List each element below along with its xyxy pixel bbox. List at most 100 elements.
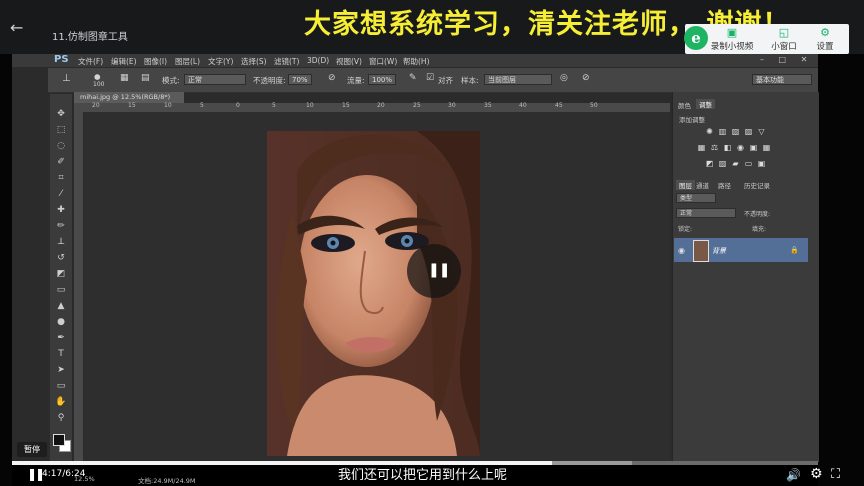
- ruler-number: 35: [484, 102, 492, 109]
- marquee-tool-icon[interactable]: ⬚: [54, 124, 68, 136]
- color-lookup-icon[interactable]: ▦: [762, 144, 771, 152]
- ignore-adjustment-icon[interactable]: ◎: [560, 73, 568, 83]
- brush-preset-icon[interactable]: ●: [94, 72, 101, 81]
- record-clip-button[interactable]: ▣ 录制小视频: [709, 26, 755, 53]
- menu-3d[interactable]: 3D(D): [307, 56, 329, 65]
- shape-tool-icon[interactable]: ▭: [54, 380, 68, 392]
- mode-select[interactable]: 正常: [184, 74, 246, 85]
- pressure-opacity-icon[interactable]: ⊘: [328, 73, 336, 83]
- eyedropper-tool-icon[interactable]: ⁄: [54, 188, 68, 200]
- arrow-left-icon[interactable]: ←: [10, 20, 23, 36]
- tab-color[interactable]: 颜色: [678, 100, 691, 110]
- crop-tool-icon[interactable]: ⌗: [54, 172, 68, 184]
- mini-window-button[interactable]: ◱ 小窗口: [761, 26, 807, 53]
- clone-source-icon[interactable]: ▤: [141, 73, 150, 83]
- gradient-map-icon[interactable]: ▭: [744, 160, 753, 168]
- sample-select[interactable]: 当前图层: [484, 74, 552, 85]
- exposure-icon[interactable]: ▨: [744, 128, 753, 136]
- curves-icon[interactable]: ▨: [731, 128, 740, 136]
- progress-buffered: [552, 461, 632, 465]
- window-controls[interactable]: – □ ✕: [760, 55, 813, 64]
- brush-tool-icon[interactable]: ✏: [54, 220, 68, 232]
- menu-image[interactable]: 图像(I): [144, 56, 167, 67]
- levels-icon[interactable]: ▥: [718, 128, 727, 136]
- hand-tool-icon[interactable]: ✋: [54, 396, 68, 408]
- video-camera-icon: ▣: [726, 26, 738, 39]
- menu-file[interactable]: 文件(F): [78, 56, 103, 67]
- menu-edit[interactable]: 编辑(E): [111, 56, 137, 67]
- pause-icon[interactable]: ❚❚: [428, 262, 450, 278]
- layer-opacity-label: 不透明度:: [744, 211, 771, 218]
- mini-window-label: 小窗口: [771, 42, 797, 52]
- fullscreen-icon[interactable]: ⛶: [831, 467, 840, 482]
- threshold-icon[interactable]: ▰: [731, 160, 740, 168]
- menu-layer[interactable]: 图层(L): [175, 56, 200, 67]
- blur-tool-icon[interactable]: ▲: [54, 300, 68, 312]
- pen-tool-icon[interactable]: ✒: [54, 332, 68, 344]
- ruler-number: 5: [200, 102, 204, 109]
- tab-layers[interactable]: 图层: [676, 180, 695, 190]
- hue-sat-icon[interactable]: ▦: [697, 144, 706, 152]
- history-brush-tool-icon[interactable]: ↺: [54, 252, 68, 264]
- tab-history[interactable]: 历史记录: [744, 180, 770, 190]
- clone-stamp-tool-icon[interactable]: ⊥: [54, 236, 68, 248]
- settings-button[interactable]: ⚙ 设置: [805, 27, 845, 53]
- workspace-select[interactable]: 基本功能: [752, 74, 812, 85]
- brush-panel-icon[interactable]: ▦: [120, 73, 129, 83]
- eraser-tool-icon[interactable]: ◩: [54, 268, 68, 280]
- posterize-icon[interactable]: ▨: [718, 160, 727, 168]
- channel-mixer-icon[interactable]: ▣: [749, 144, 758, 152]
- eye-icon[interactable]: ◉: [678, 246, 685, 255]
- pause-button[interactable]: ❚❚: [27, 467, 45, 481]
- opacity-label: 不透明度:: [253, 76, 286, 85]
- menu-type[interactable]: 文字(Y): [208, 56, 233, 67]
- opacity-input[interactable]: 70%: [288, 74, 312, 85]
- airbrush-icon[interactable]: ✎: [409, 73, 417, 83]
- move-tool-icon[interactable]: ✥: [54, 108, 68, 120]
- video-letterbox-right: [818, 54, 864, 486]
- menu-help[interactable]: 帮助(H): [403, 56, 430, 67]
- volume-icon[interactable]: 🔊: [786, 468, 801, 482]
- lasso-tool-icon[interactable]: ◌: [54, 140, 68, 152]
- foreground-color-swatch[interactable]: [53, 434, 65, 446]
- tab-adjustments[interactable]: 调整: [696, 99, 715, 109]
- pressure-size-icon[interactable]: ⊘: [582, 73, 590, 83]
- flow-input[interactable]: 100%: [368, 74, 396, 85]
- gear-icon[interactable]: ⚙: [810, 466, 823, 482]
- ruler-number: 30: [448, 102, 456, 109]
- blend-mode-select[interactable]: 正常: [676, 208, 736, 218]
- video-tools-panel: ▣ 录制小视频 ◱ 小窗口 ⚙ 设置: [685, 24, 849, 54]
- quick-select-tool-icon[interactable]: ✐: [54, 156, 68, 168]
- ruler-number: 0: [236, 102, 240, 109]
- layer-thumbnail: [693, 240, 709, 262]
- tab-channels[interactable]: 通道: [696, 180, 709, 190]
- brightness-icon[interactable]: ✺: [705, 128, 714, 136]
- menu-window[interactable]: 窗口(W): [369, 56, 397, 67]
- path-select-tool-icon[interactable]: ➤: [54, 364, 68, 376]
- photoshop-logo: PS: [54, 54, 69, 65]
- mini-window-icon: ◱: [778, 26, 790, 39]
- gradient-tool-icon[interactable]: ▭: [54, 284, 68, 296]
- menu-select[interactable]: 选择(S): [241, 56, 267, 67]
- tab-paths[interactable]: 路径: [718, 180, 731, 190]
- dodge-tool-icon[interactable]: ●: [54, 316, 68, 328]
- black-white-icon[interactable]: ◧: [723, 144, 732, 152]
- clone-stamp-tool-icon[interactable]: ⊥: [62, 73, 71, 84]
- layer-kind-filter[interactable]: 类型: [676, 193, 716, 203]
- type-tool-icon[interactable]: T: [54, 348, 68, 360]
- invert-icon[interactable]: ◩: [705, 160, 714, 168]
- photo-filter-icon[interactable]: ◉: [736, 144, 745, 152]
- align-checkbox[interactable]: ☑: [426, 73, 434, 83]
- menu-view[interactable]: 视图(V): [336, 56, 362, 67]
- browser-logo-icon: e: [684, 26, 708, 50]
- healing-tool-icon[interactable]: ✚: [54, 204, 68, 216]
- zoom-tool-icon[interactable]: ⚲: [54, 412, 68, 424]
- color-balance-icon[interactable]: ⚖: [710, 144, 719, 152]
- vibrance-icon[interactable]: ▽: [757, 128, 766, 136]
- layer-name[interactable]: 背景: [712, 246, 726, 256]
- selective-color-icon[interactable]: ▣: [757, 160, 766, 168]
- menu-filter[interactable]: 滤镜(T): [274, 56, 299, 67]
- lock-label: 锁定:: [678, 226, 693, 233]
- mode-label: 模式:: [162, 76, 180, 85]
- sample-label: 样本:: [461, 76, 479, 85]
